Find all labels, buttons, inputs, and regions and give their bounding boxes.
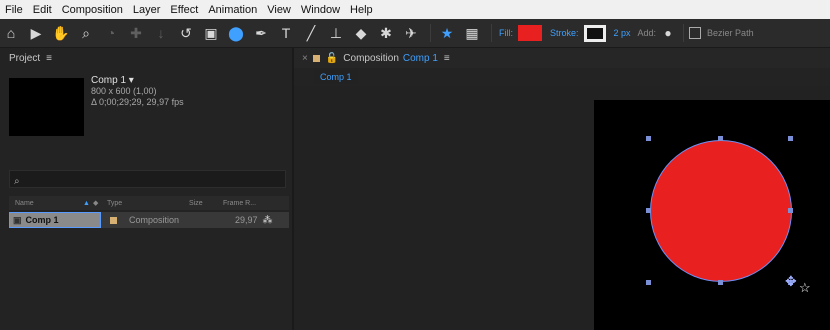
project-search-input[interactable]: ⌕ xyxy=(9,170,286,188)
project-item-name: Comp 1 xyxy=(25,215,59,225)
column-size[interactable]: Size xyxy=(189,200,223,207)
toolbar-separator xyxy=(683,24,685,42)
comp-canvas[interactable]: ✥ ☆ xyxy=(594,100,830,330)
comp-info-name[interactable]: Comp 1 ▾ xyxy=(91,75,184,86)
home-icon[interactable]: ⌂ xyxy=(0,22,22,44)
close-tab-icon[interactable]: × xyxy=(302,53,308,64)
ellipse-tool-icon[interactable]: ⬤ xyxy=(225,22,247,44)
menu-bar: File Edit Composition Layer Effect Anima… xyxy=(0,0,830,19)
puppet-pin-icon[interactable]: ✈ xyxy=(400,22,422,44)
column-name[interactable]: Name xyxy=(15,200,83,207)
project-panel: Project ≡ Comp 1 ▾ 800 x 600 (1,00) Δ 0;… xyxy=(0,48,294,330)
comp-info: Comp 1 ▾ 800 x 600 (1,00) Δ 0;00;29;29, … xyxy=(91,75,184,108)
move-cursor-icon: ✥ xyxy=(785,273,797,289)
add-label: Add: xyxy=(637,28,657,38)
project-panel-header: Project ≡ xyxy=(0,48,292,68)
dolly-camera-icon[interactable]: ↓ xyxy=(150,22,172,44)
lock-icon[interactable]: 🔓 xyxy=(326,53,338,64)
ellipse-shape[interactable] xyxy=(651,141,791,281)
star-icon[interactable]: ★ xyxy=(436,22,458,44)
search-icon: ⌕ xyxy=(14,176,20,187)
composition-panel: × 🔓 Composition Comp 1 ≡ Comp 1 ✥ ☆ xyxy=(294,48,830,330)
bounding-box-handle[interactable] xyxy=(646,280,651,285)
composition-tab-name[interactable]: Comp 1 xyxy=(403,53,438,64)
stroke-width-value[interactable]: 2 px xyxy=(614,28,631,38)
composition-icon: ▣ xyxy=(13,214,22,225)
fill-label[interactable]: Fill: xyxy=(499,28,513,38)
pan-behind-icon[interactable]: ▣ xyxy=(200,22,222,44)
menu-edit[interactable]: Edit xyxy=(28,4,57,16)
add-circle-icon[interactable]: ● xyxy=(661,22,675,44)
column-frame-rate[interactable]: Frame R... xyxy=(223,200,256,207)
composition-viewer[interactable]: ✥ ☆ xyxy=(294,86,830,330)
bounding-box-handle[interactable] xyxy=(718,136,723,141)
selection-tool-icon[interactable]: ▶ xyxy=(25,22,47,44)
toolbar-separator xyxy=(430,24,431,42)
bezier-path-checkbox[interactable] xyxy=(689,27,702,39)
menu-animation[interactable]: Animation xyxy=(203,4,262,16)
menu-layer[interactable]: Layer xyxy=(128,4,166,16)
pen-tool-icon[interactable]: ✒ xyxy=(250,22,272,44)
pan-camera-icon[interactable]: ✚ xyxy=(125,22,147,44)
toolbar-separator xyxy=(491,24,492,42)
menu-file[interactable]: File xyxy=(0,4,28,16)
comp-thumbnail xyxy=(9,78,84,136)
tools-toolbar: ⌂ ▶ ✋ ⌕ ◔ ✚ ↓ ↺ ▣ ⬤ ✒ T ╱ ⊥ ◆ ✱ ✈ ★ ▦ Fi… xyxy=(0,19,830,48)
project-item-row[interactable]: ▣ Comp 1 Composition 29,97 ⁂ xyxy=(9,212,289,228)
orbit-camera-icon[interactable]: ◔ xyxy=(100,22,122,44)
column-type[interactable]: Type xyxy=(107,200,189,207)
project-item-frame-rate: 29,97 xyxy=(235,215,258,225)
comp-subtab[interactable]: Comp 1 xyxy=(314,70,358,84)
stroke-label[interactable]: Stroke: xyxy=(550,28,579,38)
project-column-header: Name ▲ ◆ Type Size Frame R... xyxy=(9,196,289,210)
clone-stamp-icon[interactable]: ⊥ xyxy=(325,22,347,44)
rotation-tool-icon[interactable]: ↺ xyxy=(175,22,197,44)
menu-composition[interactable]: Composition xyxy=(57,4,128,16)
composition-tab-prefix[interactable]: Composition xyxy=(343,53,399,64)
type-tool-icon[interactable]: T xyxy=(275,22,297,44)
label-color-icon[interactable] xyxy=(110,216,117,224)
project-title[interactable]: Project xyxy=(9,53,40,64)
hamburger-menu-icon[interactable]: ≡ xyxy=(46,53,52,64)
bounding-box-handle[interactable] xyxy=(718,280,723,285)
composition-tab-bar: × 🔓 Composition Comp 1 ≡ xyxy=(294,48,830,68)
eraser-tool-icon[interactable]: ◆ xyxy=(350,22,372,44)
bounding-box-handle[interactable] xyxy=(788,136,793,141)
bounding-box-handle[interactable] xyxy=(646,208,651,213)
project-item-name-cell[interactable]: ▣ Comp 1 xyxy=(9,212,101,228)
comp-info-size: 800 x 600 (1,00) xyxy=(91,86,157,96)
hamburger-menu-icon[interactable]: ≡ xyxy=(444,53,450,64)
bounding-box-handle[interactable] xyxy=(646,136,651,141)
menu-help[interactable]: Help xyxy=(345,4,378,16)
fill-color-swatch[interactable] xyxy=(518,25,542,41)
comp-info-duration: Δ 0;00;29;29, 29,97 fps xyxy=(91,97,184,107)
menu-window[interactable]: Window xyxy=(296,4,345,16)
bounding-box-handle[interactable] xyxy=(788,208,793,213)
flowchart-icon[interactable]: ⁂ xyxy=(263,215,273,226)
stroke-color-swatch[interactable] xyxy=(583,24,606,42)
menu-effect[interactable]: Effect xyxy=(165,4,203,16)
label-tag-icon[interactable]: ◆ xyxy=(93,199,107,207)
brush-tool-icon[interactable]: ╱ xyxy=(300,22,322,44)
label-color-icon xyxy=(312,54,320,62)
zoom-tool-icon[interactable]: ⌕ xyxy=(75,22,97,44)
menu-view[interactable]: View xyxy=(262,4,296,16)
mask-grid-icon[interactable]: ▦ xyxy=(461,22,483,44)
project-item-type: Composition xyxy=(129,215,180,225)
sort-ascending-icon[interactable]: ▲ xyxy=(83,200,93,207)
bezier-path-label: Bezier Path xyxy=(707,28,754,38)
roto-brush-icon[interactable]: ✱ xyxy=(375,22,397,44)
puppet-cursor-icon: ☆ xyxy=(799,280,811,295)
composition-subtab-bar: Comp 1 xyxy=(294,68,830,86)
hand-tool-icon[interactable]: ✋ xyxy=(50,22,72,44)
